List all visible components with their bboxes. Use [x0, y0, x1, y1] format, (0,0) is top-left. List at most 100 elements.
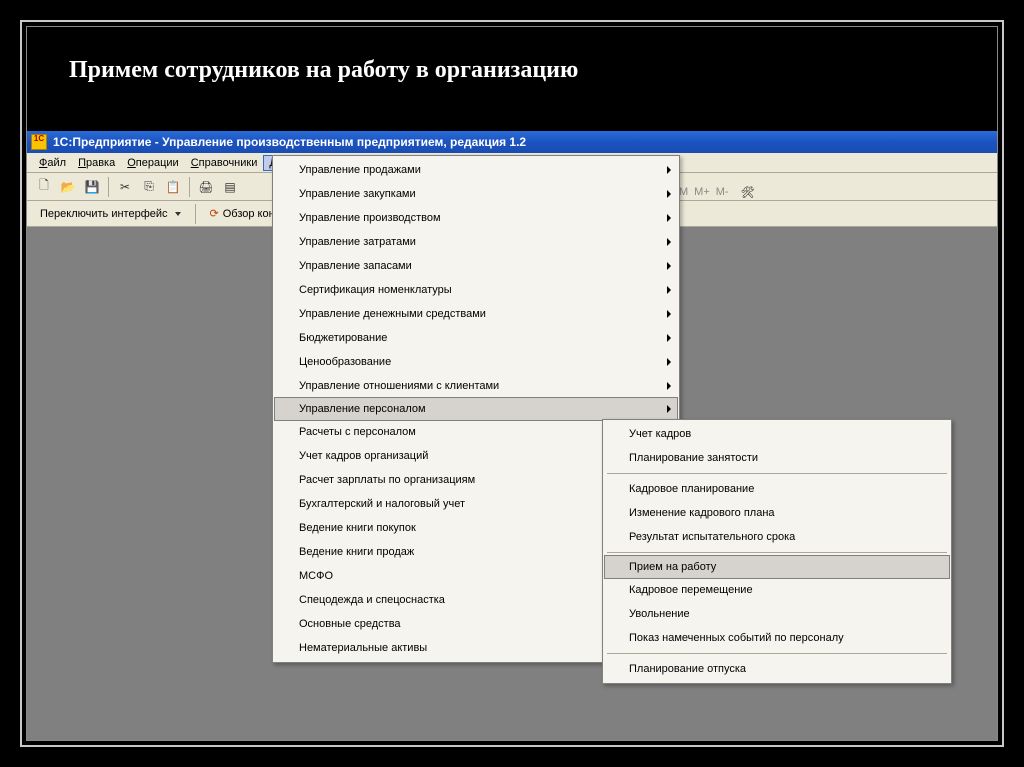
menu-item-label: Управление продажами: [299, 164, 421, 176]
submenu-item-label: Учет кадров: [629, 428, 691, 440]
documents-menu-item[interactable]: Управление производством: [275, 206, 677, 230]
submenu-item[interactable]: Кадровое планирование: [605, 477, 949, 501]
save-icon[interactable]: 💾: [81, 176, 103, 198]
menu-item-label: Основные средства: [299, 618, 401, 630]
switch-interface-button[interactable]: Переключить интерфейс: [33, 205, 188, 223]
work-area: M M+ M- 🛠 Управление продажамиУправление…: [27, 227, 997, 740]
submenu-arrow-icon: [667, 310, 671, 318]
menu-separator: [607, 653, 947, 654]
submenu-item-label: Увольнение: [629, 608, 690, 620]
menu-item-label: МСФО: [299, 570, 333, 582]
submenu-arrow-icon: [667, 405, 671, 413]
submenu-item-label: Кадровое планирование: [629, 483, 754, 495]
toolbar-separator: [189, 177, 190, 197]
submenu-item-label: Результат испытательного срока: [629, 531, 795, 543]
documents-menu-item[interactable]: Управление продажами: [275, 158, 677, 182]
submenu-item[interactable]: Показ намеченных событий по персоналу: [605, 626, 949, 650]
submenu-arrow-icon: [667, 190, 671, 198]
application-window: 1С 1С:Предприятие - Управление производс…: [27, 131, 997, 740]
menu-item-label: Ведение книги покупок: [299, 522, 416, 534]
menu-separator: [607, 473, 947, 474]
submenu-item[interactable]: Кадровое перемещение: [605, 578, 949, 602]
submenu-item-label: Прием на работу: [629, 561, 716, 573]
chevron-down-icon: [175, 212, 181, 216]
documents-menu-item[interactable]: Ценообразование: [275, 350, 677, 374]
documents-menu-item[interactable]: Бюджетирование: [275, 326, 677, 350]
submenu-arrow-icon: [667, 166, 671, 174]
submenu-arrow-icon: [667, 238, 671, 246]
menu-item-label: Ведение книги продаж: [299, 546, 414, 558]
m-plus-button[interactable]: M+: [692, 186, 712, 198]
submenu-item[interactable]: Результат испытательного срока: [605, 525, 949, 549]
documents-menu-item[interactable]: Управление запасами: [275, 254, 677, 278]
documents-menu-item[interactable]: Сертификация номенклатуры: [275, 278, 677, 302]
menu-item-label: Управление персоналом: [299, 403, 426, 415]
menu-item-label: Спецодежда и спецоснастка: [299, 594, 445, 606]
menu-item-label: Управление производством: [299, 212, 441, 224]
toolbar-separator: [195, 204, 196, 224]
switch-interface-label: Переключить интерфейс: [40, 208, 168, 220]
submenu-item-label: Показ намеченных событий по персоналу: [629, 632, 844, 644]
submenu-arrow-icon: [667, 358, 671, 366]
submenu-item-label: Планирование отпуска: [629, 663, 746, 675]
app-logo-icon: 1С: [31, 134, 47, 150]
menu-item-label: Сертификация номенклатуры: [299, 284, 452, 296]
slide-inner-frame: Примем сотрудников на работу в организац…: [26, 26, 998, 741]
submenu-item[interactable]: Планирование занятости: [605, 446, 949, 470]
menu-item-label: Нематериальные активы: [299, 642, 427, 654]
menu-item-label: Управление затратами: [299, 236, 416, 248]
menu-item-label: Учет кадров организаций: [299, 450, 428, 462]
tools-icon[interactable]: 🛠: [741, 186, 755, 199]
memory-buttons-group: M M+ M- 🛠: [677, 181, 755, 203]
submenu-item-label: Планирование занятости: [629, 452, 758, 464]
slide-outer-frame: Примем сотрудников на работу в организац…: [20, 20, 1004, 747]
personnel-submenu: Учет кадров Планирование занятости Кадрово…: [602, 419, 952, 684]
menu-справочники[interactable]: Справочники: [185, 155, 264, 171]
submenu-item[interactable]: Увольнение: [605, 602, 949, 626]
preview-icon[interactable]: ▤: [219, 176, 241, 198]
documents-menu-item[interactable]: Управление затратами: [275, 230, 677, 254]
submenu-item[interactable]: Прием на работу: [604, 555, 950, 579]
copy-icon[interactable]: ⎘: [138, 176, 160, 198]
submenu-arrow-icon: [667, 382, 671, 390]
menu-item-label: Управление денежными средствами: [299, 308, 486, 320]
open-icon[interactable]: 📂: [57, 176, 79, 198]
titlebar: 1С 1С:Предприятие - Управление производс…: [27, 131, 997, 153]
print-icon[interactable]: 🖨: [195, 176, 217, 198]
m-minus-button[interactable]: M-: [714, 186, 731, 198]
submenu-item-label: Кадровое перемещение: [629, 584, 753, 596]
refresh-icon: ⟳: [210, 207, 219, 220]
submenu-arrow-icon: [667, 286, 671, 294]
menu-item-label: Расчеты с персоналом: [299, 426, 416, 438]
menu-item-label: Управление запасами: [299, 260, 412, 272]
submenu-item[interactable]: Учет кадров: [605, 422, 949, 446]
menu-item-label: Ценообразование: [299, 356, 391, 368]
documents-menu-item[interactable]: Управление закупками: [275, 182, 677, 206]
menu-операции[interactable]: Операции: [121, 155, 184, 171]
menu-separator: [607, 552, 947, 553]
submenu-arrow-icon: [667, 262, 671, 270]
menu-item-label: Бухгалтерский и налоговый учет: [299, 498, 465, 510]
overview-button[interactable]: ⟳ Обзор кон: [203, 204, 282, 223]
new-icon[interactable]: 🗋: [33, 176, 55, 198]
menu-item-label: Расчет зарплаты по организациям: [299, 474, 475, 486]
menu-item-label: Управление закупками: [299, 188, 416, 200]
submenu-arrow-icon: [667, 214, 671, 222]
menu-item-label: Бюджетирование: [299, 332, 387, 344]
slide-title: Примем сотрудников на работу в организац…: [69, 57, 578, 84]
overview-label: Обзор кон: [223, 208, 275, 220]
titlebar-text: 1С:Предприятие - Управление производстве…: [53, 135, 526, 149]
documents-menu-item[interactable]: Управление денежными средствами: [275, 302, 677, 326]
documents-menu-item[interactable]: Управление персоналом: [274, 397, 678, 421]
submenu-arrow-icon: [667, 334, 671, 342]
menu-файл[interactable]: Файл: [33, 155, 72, 171]
cut-icon[interactable]: ✂: [114, 176, 136, 198]
menu-правка[interactable]: Правка: [72, 155, 121, 171]
documents-menu-item[interactable]: Управление отношениями с клиентами: [275, 374, 677, 398]
paste-icon[interactable]: 📋: [162, 176, 184, 198]
toolbar-separator: [108, 177, 109, 197]
submenu-item[interactable]: Изменение кадрового плана: [605, 501, 949, 525]
submenu-item[interactable]: Планирование отпуска: [605, 657, 949, 681]
submenu-item-label: Изменение кадрового плана: [629, 507, 775, 519]
menu-item-label: Управление отношениями с клиентами: [299, 380, 499, 392]
